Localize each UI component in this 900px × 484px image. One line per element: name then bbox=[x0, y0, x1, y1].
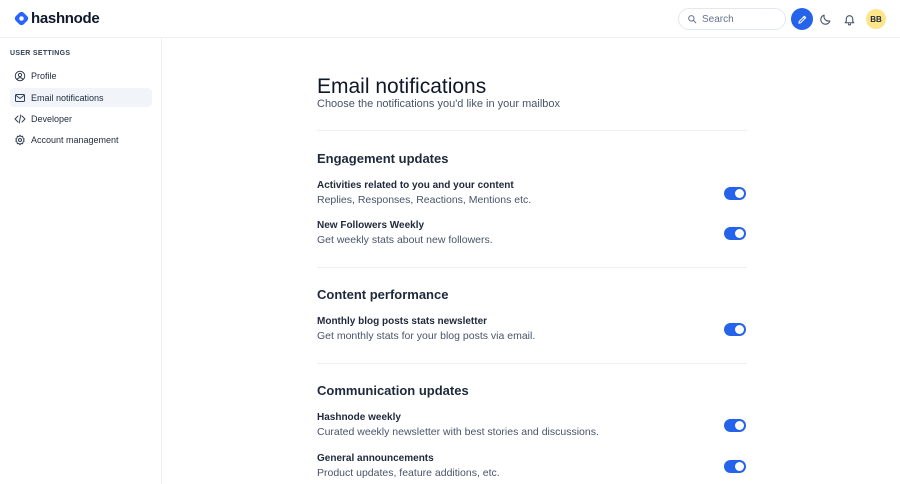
brand-name: hashnode bbox=[31, 10, 100, 27]
toggle-general-announcements[interactable] bbox=[724, 460, 746, 473]
setting-description: Get weekly stats about new followers. bbox=[317, 234, 493, 246]
search-box[interactable] bbox=[678, 8, 786, 30]
user-avatar[interactable]: BB bbox=[866, 9, 886, 29]
sidebar-item-email-notifications[interactable]: Email notifications bbox=[10, 88, 152, 107]
search-icon bbox=[688, 15, 697, 24]
sidebar-heading: USER SETTINGS bbox=[10, 50, 71, 57]
setting-title: Hashnode weekly bbox=[317, 412, 401, 423]
setting-title: Activities related to you and your conte… bbox=[317, 180, 514, 191]
sidebar-item-profile[interactable]: Profile bbox=[10, 66, 152, 85]
moon-icon bbox=[819, 14, 830, 25]
setting-description: Product updates, feature additions, etc. bbox=[317, 467, 500, 479]
setting-title: New Followers Weekly bbox=[317, 220, 425, 231]
hashnode-logo-icon bbox=[14, 11, 29, 26]
search-input[interactable] bbox=[702, 13, 782, 25]
sidebar-item-label: Profile bbox=[31, 70, 57, 81]
setting-description: Replies, Responses, Reactions, Mentions … bbox=[317, 194, 532, 206]
section-title-content-performance: Content performance bbox=[317, 287, 449, 302]
section-title-engagement: Engagement updates bbox=[317, 151, 449, 166]
sidebar-item-account-management[interactable]: Account management bbox=[10, 130, 152, 149]
toggle-knob bbox=[735, 189, 744, 198]
setting-description: Get monthly stats for your blog posts vi… bbox=[317, 330, 536, 342]
toggle-activities[interactable] bbox=[724, 187, 746, 200]
notifications-button[interactable] bbox=[841, 11, 857, 27]
page-title: Email notifications bbox=[317, 75, 487, 98]
toggle-knob bbox=[735, 462, 744, 471]
top-header: hashnode BB bbox=[0, 0, 900, 38]
pencil-icon bbox=[797, 15, 806, 24]
toggle-knob bbox=[735, 229, 744, 238]
section-divider bbox=[317, 363, 747, 364]
gear-icon bbox=[15, 134, 25, 145]
section-divider bbox=[317, 267, 747, 268]
setting-title: General announcements bbox=[317, 453, 434, 464]
section-divider bbox=[317, 130, 747, 131]
setting-description: Curated weekly newsletter with best stor… bbox=[317, 426, 599, 438]
mail-icon bbox=[15, 93, 25, 102]
toggle-new-followers[interactable] bbox=[724, 227, 746, 240]
sidebar-item-label: Account management bbox=[31, 134, 119, 145]
sidebar-item-label: Developer bbox=[31, 113, 73, 124]
section-title-communication: Communication updates bbox=[317, 383, 469, 398]
sidebar-item-developer[interactable]: Developer bbox=[10, 109, 152, 128]
toggle-hashnode-weekly[interactable] bbox=[724, 419, 746, 432]
settings-sidebar: USER SETTINGS Profile Email notification… bbox=[0, 38, 162, 484]
user-circle-icon bbox=[14, 70, 26, 81]
write-button[interactable] bbox=[791, 8, 813, 30]
theme-toggle-button[interactable] bbox=[817, 11, 833, 27]
toggle-knob bbox=[735, 325, 744, 334]
code-icon bbox=[14, 114, 26, 123]
toggle-monthly-stats[interactable] bbox=[724, 323, 746, 336]
page-subtitle: Choose the notifications you'd like in y… bbox=[317, 98, 561, 110]
setting-title: Monthly blog posts stats newsletter bbox=[317, 316, 488, 327]
bell-icon bbox=[844, 14, 854, 25]
toggle-knob bbox=[735, 421, 744, 430]
hashnode-logo[interactable]: hashnode bbox=[14, 10, 100, 27]
sidebar-item-label: Email notifications bbox=[31, 92, 104, 103]
